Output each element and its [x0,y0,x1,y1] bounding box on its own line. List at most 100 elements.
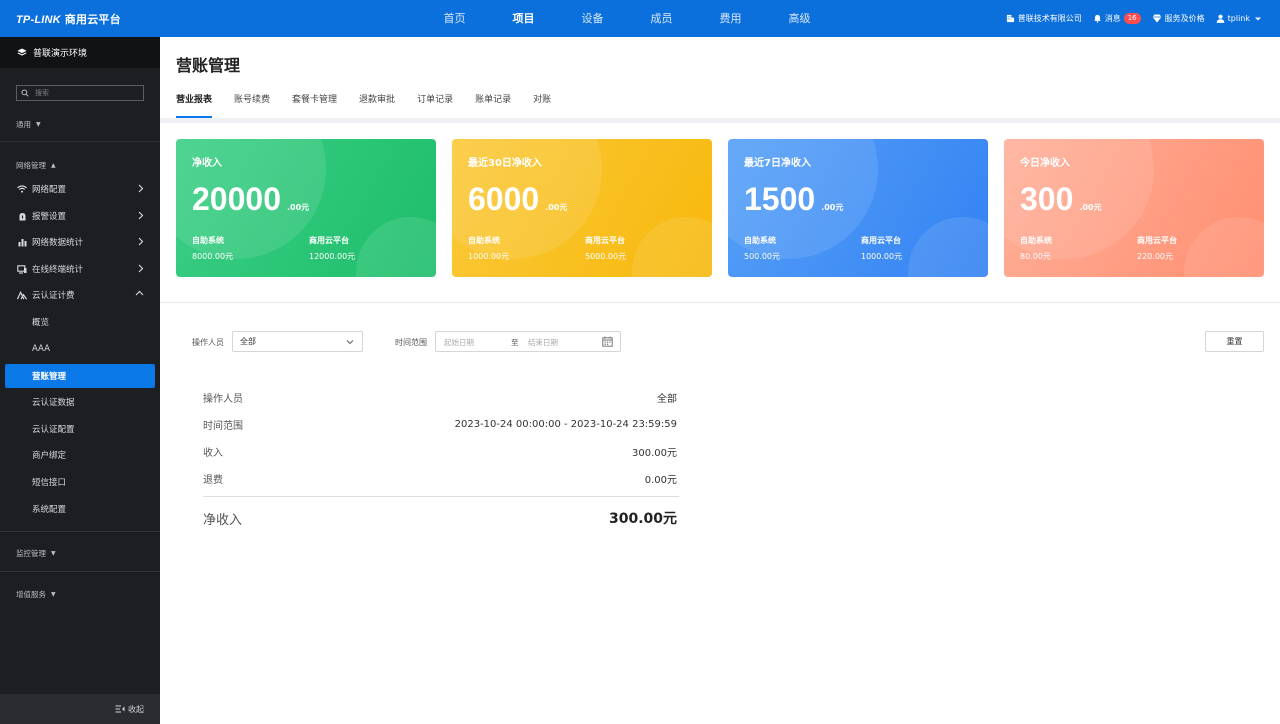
chevron-up-icon [135,290,144,296]
tab-bill-records[interactable]: 账单记录 [475,92,511,118]
sidebar-subitem-cloud-auth-config[interactable]: 云认证配置 [5,417,155,441]
summary-value: 全部 [657,393,677,405]
operator-filter-label: 操作人员 [192,338,224,347]
caret-down-icon [1255,17,1261,20]
sidebar-subitem-merchant-binding[interactable]: 商户绑定 [5,443,155,467]
net-income-today-card: 今日净收入 300 .00元 自助系统 80.00元 商用云平台 220.00元 [1004,139,1264,277]
nav-devices[interactable]: 设备 [558,0,627,37]
reset-button[interactable]: 重置 [1205,331,1264,352]
group-network-label: 网络管理 [16,161,46,170]
sidebar-search-input[interactable]: 搜索 [16,85,144,101]
sidebar: 普联演示环境 搜索 通用 ▼ 网络管理 ▲ 网络配置 报警设置 网络数据统计 在线终… [0,37,160,724]
card-title: 最近30日净收入 [468,158,542,169]
caret-down-icon: ▼ [36,121,41,128]
group-network[interactable]: 网络管理 ▲ [16,160,56,171]
sidebar-item-cloud-auth-billing[interactable]: 云认证计费 [0,282,160,308]
tab-order-records[interactable]: 订单记录 [417,92,453,118]
tab-account-renewal[interactable]: 账号续费 [234,92,270,118]
logo[interactable]: TP-LINK 商用云平台 [16,11,121,27]
section-divider [160,302,1280,303]
card-amount: 20000 .00元 [192,181,309,218]
card-amount-number: 6000 [468,181,540,217]
card-title: 最近7日净收入 [744,158,811,169]
page-title: 营账管理 [176,56,241,75]
tab-business-report[interactable]: 营业报表 [176,92,213,118]
date-range-picker[interactable]: 起始日期 至 结束日期 [435,331,621,352]
company-switcher[interactable]: 普联技术有限公司 [1006,13,1082,24]
sidebar-item-alarm-settings[interactable]: 报警设置 [0,203,160,229]
nav-members[interactable]: 成员 [627,0,696,37]
group-monitor-label: 监控管理 [16,549,46,558]
sidebar-subitem-cloud-auth-data[interactable]: 云认证数据 [5,390,155,414]
summary-value: 2023-10-24 00:00:00 - 2023-10-24 23:59:5… [454,418,677,430]
user-icon [1216,14,1224,23]
card-left-value: 1000.00元 [468,252,510,261]
sidebar-item-online-terminals[interactable]: 在线终端统计 [0,256,160,282]
user-menu[interactable]: tplink [1216,14,1262,23]
nav-projects[interactable]: 项目 [489,0,558,37]
net-income-value: 300.00元 [608,511,677,527]
operator-select[interactable]: 全部 [232,331,363,352]
tab-reconciliation[interactable]: 对账 [533,92,551,118]
tab-bar-divider [160,118,1280,123]
card-left-label: 自助系统 [468,236,500,245]
card-right-label: 商用云平台 [1137,236,1177,245]
divider [0,141,160,142]
group-general[interactable]: 通用 ▼ [16,119,41,130]
card-decoration [908,217,988,277]
tab-refund-approval[interactable]: 退款审批 [359,92,395,118]
tab-package-card[interactable]: 套餐卡管理 [292,92,337,118]
sidebar-subitem-overview[interactable]: 概览 [5,310,155,334]
sidebar-item-label: 在线终端统计 [32,265,84,275]
card-amount: 300 .00元 [1020,181,1102,218]
net-income-30d-card: 最近30日净收入 6000 .00元 自助系统 1000.00元 商用云平台 50… [452,139,712,277]
nav-home[interactable]: 首页 [420,0,489,37]
summary-value: 300.00元 [632,447,677,459]
diamond-icon [1152,14,1162,23]
summary-row-refund: 退费 0.00元 [203,470,677,486]
card-decoration [632,217,712,277]
service-pricing-label: 服务及价格 [1164,14,1205,23]
end-date-input[interactable]: 结束日期 [528,337,558,348]
group-general-label: 通用 [16,120,31,129]
card-amount: 6000 .00元 [468,181,567,218]
card-right-label: 商用云平台 [861,236,901,245]
tab-bar: 营业报表 账号续费 套餐卡管理 退款审批 订单记录 账单记录 对账 [176,92,573,118]
card-left-label: 自助系统 [1020,236,1052,245]
service-pricing-link[interactable]: 服务及价格 [1152,13,1205,24]
sidebar-item-network-config[interactable]: 网络配置 [0,176,160,202]
nav-advanced[interactable]: 高级 [765,0,834,37]
environment-switcher[interactable]: 普联演示环境 [0,37,160,68]
sidebar-subitem-sms-interface[interactable]: 短信接口 [5,470,155,494]
group-monitor[interactable]: 监控管理 ▼ [16,548,56,559]
caret-down-icon: ▼ [51,550,56,557]
group-value-added[interactable]: 增值服务 ▼ [16,589,56,600]
operator-select-value: 全部 [240,337,256,346]
sidebar-subitem-account-management[interactable]: 营账管理 [5,364,155,388]
collapse-sidebar-button[interactable]: 收起 [0,694,160,724]
layers-icon [17,48,27,56]
sidebar-item-network-stats[interactable]: 网络数据统计 [0,229,160,255]
card-right-value: 1000.00元 [861,252,903,261]
net-income-card: 净收入 20000 .00元 自助系统 8000.00元 商用云平台 12000.… [176,139,436,277]
search-placeholder: 搜索 [35,89,49,97]
sidebar-subitem-aaa[interactable]: AAA [5,337,155,361]
group-value-added-label: 增值服务 [16,590,46,599]
card-left-label: 自助系统 [744,236,776,245]
summary-row-income: 收入 300.00元 [203,443,677,459]
messages-button[interactable]: 消息 16 [1093,13,1141,24]
card-left-value: 500.00元 [744,252,780,261]
collapse-label: 收起 [128,704,144,714]
nav-billing[interactable]: 费用 [696,0,765,37]
summary-label: 时间范围 [203,420,243,432]
card-amount-unit: .00元 [286,203,310,212]
start-date-input[interactable]: 起始日期 [444,337,474,348]
environment-name: 普联演示环境 [33,49,88,59]
net-income-7d-card: 最近7日净收入 1500 .00元 自助系统 500.00元 商用云平台 1000… [728,139,988,277]
card-right-label: 商用云平台 [585,236,625,245]
divider [0,531,160,532]
sidebar-subitem-system-config[interactable]: 系统配置 [5,497,155,521]
card-decoration [356,217,436,277]
caret-down-icon: ▼ [51,591,56,598]
card-amount-number: 1500 [744,181,816,217]
